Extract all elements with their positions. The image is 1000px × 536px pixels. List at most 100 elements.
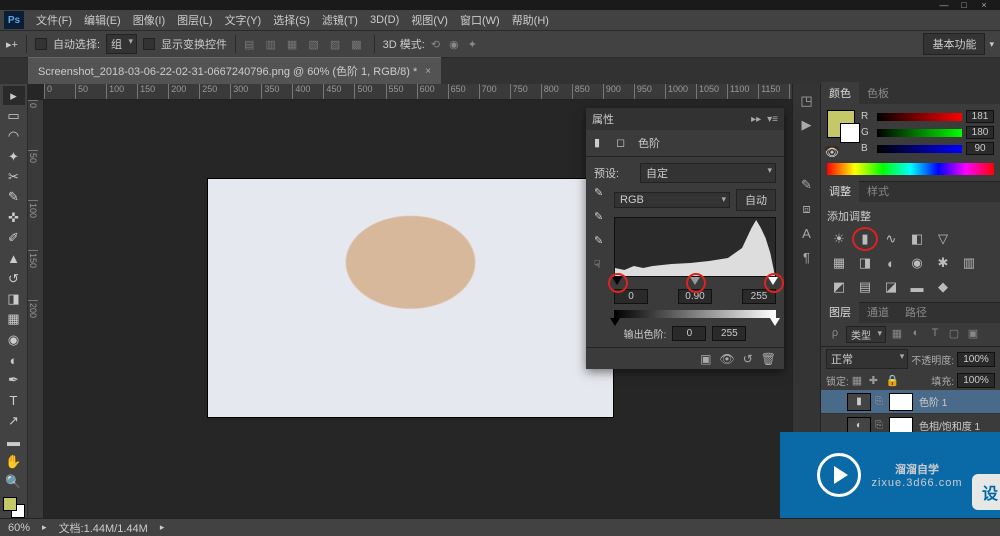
- auto-button[interactable]: 自动: [736, 189, 776, 211]
- align-icons[interactable]: ▤ ▥ ▦ ▧ ▨ ▩: [244, 38, 366, 51]
- menu-help[interactable]: 帮助(H): [506, 10, 555, 30]
- menu-view[interactable]: 视图(V): [405, 10, 454, 30]
- tab-channels[interactable]: 通道: [859, 301, 897, 323]
- g-slider[interactable]: [877, 129, 962, 137]
- eyedropper-tool[interactable]: ✎: [3, 188, 25, 207]
- menu-filter[interactable]: 滤镜(T): [316, 10, 364, 30]
- filter-type-icon[interactable]: T: [927, 326, 943, 340]
- color-swatch[interactable]: [3, 497, 25, 518]
- menu-layer[interactable]: 图层(L): [171, 10, 218, 30]
- output-black[interactable]: 0: [672, 326, 706, 341]
- filter-pixel-icon[interactable]: ▦: [889, 326, 905, 340]
- menu-image[interactable]: 图像(I): [127, 10, 171, 30]
- dodge-tool[interactable]: ◐: [3, 350, 25, 369]
- bw-icon[interactable]: ◐: [881, 254, 901, 272]
- menu-select[interactable]: 选择(S): [267, 10, 316, 30]
- crop-tool[interactable]: ✂: [3, 167, 25, 186]
- close-button[interactable]: ×: [974, 0, 994, 10]
- blend-mode-select[interactable]: 正常: [826, 349, 908, 369]
- view-prev-icon[interactable]: 👁: [719, 352, 734, 366]
- lookup-icon[interactable]: ▥: [959, 254, 979, 272]
- filter-shape-icon[interactable]: ▢: [946, 326, 962, 340]
- brush-presets-icon[interactable]: ⧈: [798, 200, 816, 218]
- blur-tool[interactable]: ◉: [3, 330, 25, 349]
- lock-all-icon[interactable]: 🔒: [886, 374, 900, 387]
- colorbalance-icon[interactable]: ◨: [855, 254, 875, 272]
- tab-color[interactable]: 颜色: [821, 82, 859, 104]
- fill-input[interactable]: 100%: [957, 373, 995, 388]
- eyedropper-white-icon[interactable]: ✎: [594, 234, 608, 248]
- output-black-handle[interactable]: [610, 318, 620, 326]
- layer-row[interactable]: 👁 ▮ ⎘ 色阶 1: [821, 390, 1000, 414]
- paragraph-panel-icon[interactable]: ¶: [798, 248, 816, 266]
- menu-type[interactable]: 文字(Y): [219, 10, 268, 30]
- tab-paths[interactable]: 路径: [897, 301, 935, 323]
- move-tool[interactable]: ▸: [3, 86, 25, 105]
- g-value[interactable]: 180: [966, 126, 994, 139]
- white-point-handle[interactable]: [768, 277, 778, 285]
- workspace-selector[interactable]: 基本功能: [923, 33, 985, 55]
- eyedropper-gray-icon[interactable]: ✎: [594, 210, 608, 224]
- pen-tool[interactable]: ✒: [3, 371, 25, 390]
- properties-header[interactable]: 属性 ▸▸ ▾≡: [586, 108, 784, 130]
- minimize-button[interactable]: —: [934, 0, 954, 10]
- document-canvas[interactable]: [208, 179, 613, 417]
- spectrum-bar[interactable]: [827, 163, 994, 175]
- output-white-handle[interactable]: [770, 318, 780, 326]
- layer-kind-select[interactable]: 类型: [846, 326, 886, 343]
- actions-panel-icon[interactable]: ▶: [798, 116, 816, 134]
- menu-3d[interactable]: 3D(D): [364, 12, 405, 28]
- delete-icon[interactable]: 🗑: [761, 352, 776, 366]
- midtone-handle[interactable]: [690, 277, 700, 285]
- history-panel-icon[interactable]: ◳: [798, 92, 816, 110]
- properties-panel[interactable]: 属性 ▸▸ ▾≡ ▮ ◻ 色阶 预设: 自定 RGB 自动 ✎ ✎ ✎ ☟: [586, 108, 784, 369]
- mode3d-icons[interactable]: ⟲ ◉ ✦: [431, 38, 480, 51]
- layer-name[interactable]: 色阶 1: [919, 394, 947, 409]
- status-arrow[interactable]: ▸: [42, 522, 47, 533]
- wand-tool[interactable]: ✦: [3, 147, 25, 166]
- zoom-level[interactable]: 60%: [8, 522, 30, 534]
- tab-layers[interactable]: 图层: [821, 301, 859, 323]
- layer-thumb[interactable]: ▮: [847, 393, 871, 411]
- eraser-tool[interactable]: ◨: [3, 289, 25, 308]
- lasso-tool[interactable]: ◠: [3, 127, 25, 146]
- auto-select-mode-select[interactable]: 组: [106, 34, 137, 54]
- close-tab-icon[interactable]: ×: [425, 66, 431, 77]
- posterize-icon[interactable]: ▤: [855, 278, 875, 296]
- vibrance-icon[interactable]: ▽: [933, 230, 953, 248]
- menu-edit[interactable]: 编辑(E): [78, 10, 127, 30]
- tab-swatches[interactable]: 色板: [859, 82, 897, 104]
- reset-icon[interactable]: ↺: [743, 352, 753, 366]
- filter-adjust-icon[interactable]: ◐: [908, 326, 924, 340]
- b-value[interactable]: 90: [966, 142, 994, 155]
- brush-tool[interactable]: ✐: [3, 228, 25, 247]
- filter-kind-select[interactable]: ρ: [827, 326, 843, 340]
- photo-filter-icon[interactable]: ◉: [907, 254, 927, 272]
- b-slider[interactable]: [877, 145, 962, 153]
- hue-icon[interactable]: ▦: [829, 254, 849, 272]
- foreground-swatch[interactable]: [827, 110, 855, 138]
- gradient-map-icon[interactable]: ▬: [907, 278, 927, 296]
- channel-select[interactable]: RGB: [614, 192, 730, 208]
- exposure-icon[interactable]: ◧: [907, 230, 927, 248]
- lock-position-icon[interactable]: ✚: [869, 374, 883, 387]
- layer-mask[interactable]: [889, 393, 913, 411]
- character-panel-icon[interactable]: A: [798, 224, 816, 242]
- threshold-icon[interactable]: ◪: [881, 278, 901, 296]
- menu-window[interactable]: 窗口(W): [454, 10, 506, 30]
- tab-styles[interactable]: 样式: [859, 180, 897, 202]
- shape-tool[interactable]: ▬: [3, 432, 25, 451]
- maximize-button[interactable]: □: [954, 0, 974, 10]
- opacity-input[interactable]: 100%: [957, 352, 995, 367]
- menu-file[interactable]: 文件(F): [30, 10, 78, 30]
- curves-icon[interactable]: ∿: [881, 230, 901, 248]
- brush-panel-icon[interactable]: ✎: [798, 176, 816, 194]
- selective-color-icon[interactable]: ◆: [933, 278, 953, 296]
- document-tab[interactable]: Screenshot_2018-03-06-22-02-31-066724079…: [28, 57, 441, 84]
- stamp-tool[interactable]: ▲: [3, 249, 25, 268]
- output-gradient[interactable]: [614, 310, 776, 318]
- path-tool[interactable]: ↗: [3, 412, 25, 431]
- auto-select-checkbox[interactable]: [35, 38, 47, 50]
- r-slider[interactable]: [877, 113, 962, 121]
- output-white[interactable]: 255: [712, 326, 746, 341]
